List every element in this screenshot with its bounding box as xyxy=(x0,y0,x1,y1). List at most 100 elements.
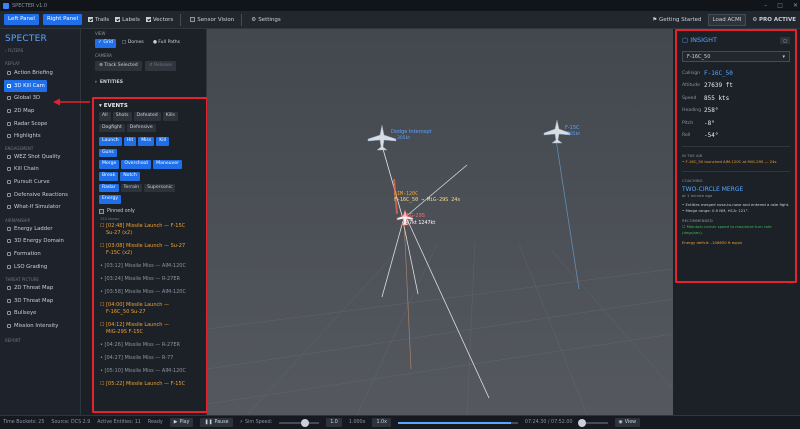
event-subtext: Su-27 (x2) xyxy=(106,229,133,236)
sidebar-item[interactable]: 3D Threat Map xyxy=(0,295,80,308)
event-item[interactable]: ☐ [03:08] Missile Launch — Su-27 F-15C (x… xyxy=(94,243,206,257)
pause-button[interactable]: ❚❚ Pause xyxy=(200,418,233,427)
sidebar-item[interactable]: WEZ Shot Quality xyxy=(0,151,80,164)
track-selected-button[interactable]: ⊕ Track Selected xyxy=(95,60,142,72)
toolbar: Left Panel Right Panel Trails Labels Vec… xyxy=(0,11,800,29)
filter-chip[interactable]: Merge xyxy=(99,160,120,169)
sidebar-item[interactable]: Mission Intensity xyxy=(0,320,80,333)
speed-step-button[interactable]: 1.0x xyxy=(372,418,391,427)
gear-icon: ⚙ xyxy=(251,16,257,23)
sidebar-item[interactable]: 2D Threat Map xyxy=(0,282,80,295)
event-item[interactable]: • [03:58] Missile Miss — AIM-120C xyxy=(94,289,206,296)
sidebar-item[interactable]: Energy Ladder xyxy=(0,223,80,236)
getting-started-label: Getting Started xyxy=(658,17,702,23)
filter-chip[interactable]: Miss xyxy=(138,137,155,146)
entities-toggle[interactable]: › ENTITIES xyxy=(91,80,206,85)
sidebar-item-label: Highlights xyxy=(14,133,41,140)
speed-key: Speed xyxy=(682,95,697,101)
maximize-icon[interactable]: □ xyxy=(777,2,783,9)
grid-button[interactable]: ✓ Grid xyxy=(95,39,116,48)
vectors-toggle[interactable]: Vectors xyxy=(145,17,173,23)
sidebar-item[interactable]: Kill Chain xyxy=(0,163,80,176)
left-panel-button[interactable]: Left Panel xyxy=(4,13,39,26)
minimize-icon[interactable]: – xyxy=(764,2,767,9)
filter-chip[interactable]: Shots xyxy=(112,112,132,121)
active-entities: Active Entities: 11 xyxy=(97,420,141,425)
pro-active-badge: ⚙ PRO ACTIVE xyxy=(752,17,796,23)
sensor-vision-toggle[interactable]: Sensor Vision xyxy=(190,17,234,23)
play-button[interactable]: ▶ Play xyxy=(169,418,194,427)
right-panel-button[interactable]: Right Panel xyxy=(42,13,83,26)
scrubber-handle[interactable] xyxy=(577,418,586,427)
sidebar-item[interactable]: Bullseye xyxy=(0,307,80,320)
event-item[interactable]: • [04:26] Missile Miss — R-27ER xyxy=(94,342,206,349)
event-item[interactable]: ☐ [04:00] Missile Launch — F-16C_50 Su-27 xyxy=(94,302,206,316)
events-header[interactable]: ▾ EVENTS xyxy=(94,99,206,109)
filter-chip[interactable]: Defensive xyxy=(126,123,156,133)
settings-button[interactable]: ⚙ Settings xyxy=(251,17,281,23)
event-item[interactable]: • [03:12] Missile Miss — AIM-120C xyxy=(94,263,206,270)
event-item[interactable]: • [04:27] Missile Miss — R-77 xyxy=(94,355,206,362)
load-acmi-button[interactable]: Load ACMI xyxy=(707,14,747,26)
filter-chip[interactable]: Maneuver xyxy=(153,160,182,169)
filter-chip[interactable]: Notch xyxy=(120,171,140,181)
nav-icon xyxy=(7,311,11,316)
events-section: ▾ EVENTS All Shots Defeated Kills Dogfight D… xyxy=(92,97,208,413)
view-label: VIEW xyxy=(95,31,106,36)
domes-button[interactable]: □ Domes xyxy=(119,39,147,48)
event-item[interactable]: ☐ [02:48] Missile Launch — F-15C Su-27 (x… xyxy=(94,223,206,237)
filter-chip[interactable]: Kill xyxy=(156,137,170,146)
brand-title: SPECTER xyxy=(5,34,47,44)
app-window: SPECTER v1.0 – □ ✕ Left Panel Right Pane… xyxy=(0,0,800,429)
labels-toggle[interactable]: Labels xyxy=(115,17,140,23)
view-button[interactable]: ◉ View xyxy=(614,418,641,427)
flag-icon: ⚑ xyxy=(652,17,659,23)
timeline-scrubber[interactable] xyxy=(397,421,518,424)
event-item[interactable]: ☐ [05:22] Missile Launch — F-15C xyxy=(94,381,206,388)
timeline-scrubber-right[interactable] xyxy=(577,418,608,427)
filter-chip[interactable]: Supersonic xyxy=(144,183,176,193)
filter-chip[interactable]: All xyxy=(99,112,111,121)
filter-chip[interactable]: Dogfight xyxy=(99,123,125,133)
speed-value: 1.000x xyxy=(348,420,366,425)
event-item[interactable]: • [05:10] Missile Miss — AIM-120C xyxy=(94,368,206,375)
sidebar-item[interactable]: Radar Scope xyxy=(0,117,80,130)
3d-viewport[interactable]: Dodge Intercept 305kt F-15C 305kt AIM-12… xyxy=(207,29,673,415)
filters-toggle[interactable]: › FILTERS xyxy=(0,48,80,53)
filter-chip[interactable]: Guns xyxy=(99,148,117,158)
left-panel: VIEW ✓ Grid □ Domes ● Full Paths CAMERA … xyxy=(91,29,208,415)
slider-handle[interactable] xyxy=(301,418,310,427)
collapse-icon[interactable]: ▢ xyxy=(780,36,790,44)
sidebar-item[interactable]: Highlights xyxy=(0,130,80,143)
filter-chip[interactable]: Break xyxy=(99,171,119,181)
checkbox-icon xyxy=(99,208,104,214)
event-item[interactable]: ☐ [04:12] Missile Launch — MiG-29S F-15C xyxy=(94,322,206,336)
event-item[interactable]: • [03:24] Missile Miss — R-27ER xyxy=(94,276,206,283)
sidebar-item[interactable]: Pursuit Curve xyxy=(0,176,80,189)
full-paths-button[interactable]: ● Full Paths xyxy=(150,39,183,48)
sidebar-item[interactable]: 3D Kill Cam xyxy=(4,79,47,93)
filter-chip[interactable]: Defeated xyxy=(133,112,161,121)
sidebar-item[interactable]: LSO Grading xyxy=(0,260,80,273)
sidebar-item[interactable]: Defensive Reactions xyxy=(0,188,80,201)
sidebar-item[interactable]: What-If Simulator xyxy=(0,201,80,214)
filter-chip[interactable]: Hit xyxy=(123,137,137,146)
sidebar-item[interactable]: Formation xyxy=(0,248,80,261)
nav-icon xyxy=(7,286,11,291)
close-icon[interactable]: ✕ xyxy=(793,2,798,9)
filter-chip[interactable]: Launch xyxy=(99,137,122,146)
sidebar-item[interactable]: 3D Energy Domain xyxy=(0,235,80,248)
filter-chip[interactable]: Terrain xyxy=(120,183,143,193)
filter-chip[interactable]: Energy xyxy=(99,195,122,204)
sidebar-item[interactable]: Action Briefing xyxy=(0,67,80,80)
trails-toggle[interactable]: Trails xyxy=(88,17,109,23)
entity-select[interactable]: F-16C_50 ▾ xyxy=(682,51,790,62)
filter-chip[interactable]: Overshoot xyxy=(121,160,152,169)
sim-speed-slider[interactable] xyxy=(279,418,320,427)
filter-chip[interactable]: Radar xyxy=(99,183,119,193)
filter-chip[interactable]: Kills xyxy=(162,112,178,121)
speed-1x-button[interactable]: 1.0 xyxy=(326,418,342,427)
release-button[interactable]: ↺ Release xyxy=(144,60,176,72)
nav-icon xyxy=(7,264,11,269)
getting-started-button[interactable]: ⚑ Getting Started xyxy=(652,17,701,23)
